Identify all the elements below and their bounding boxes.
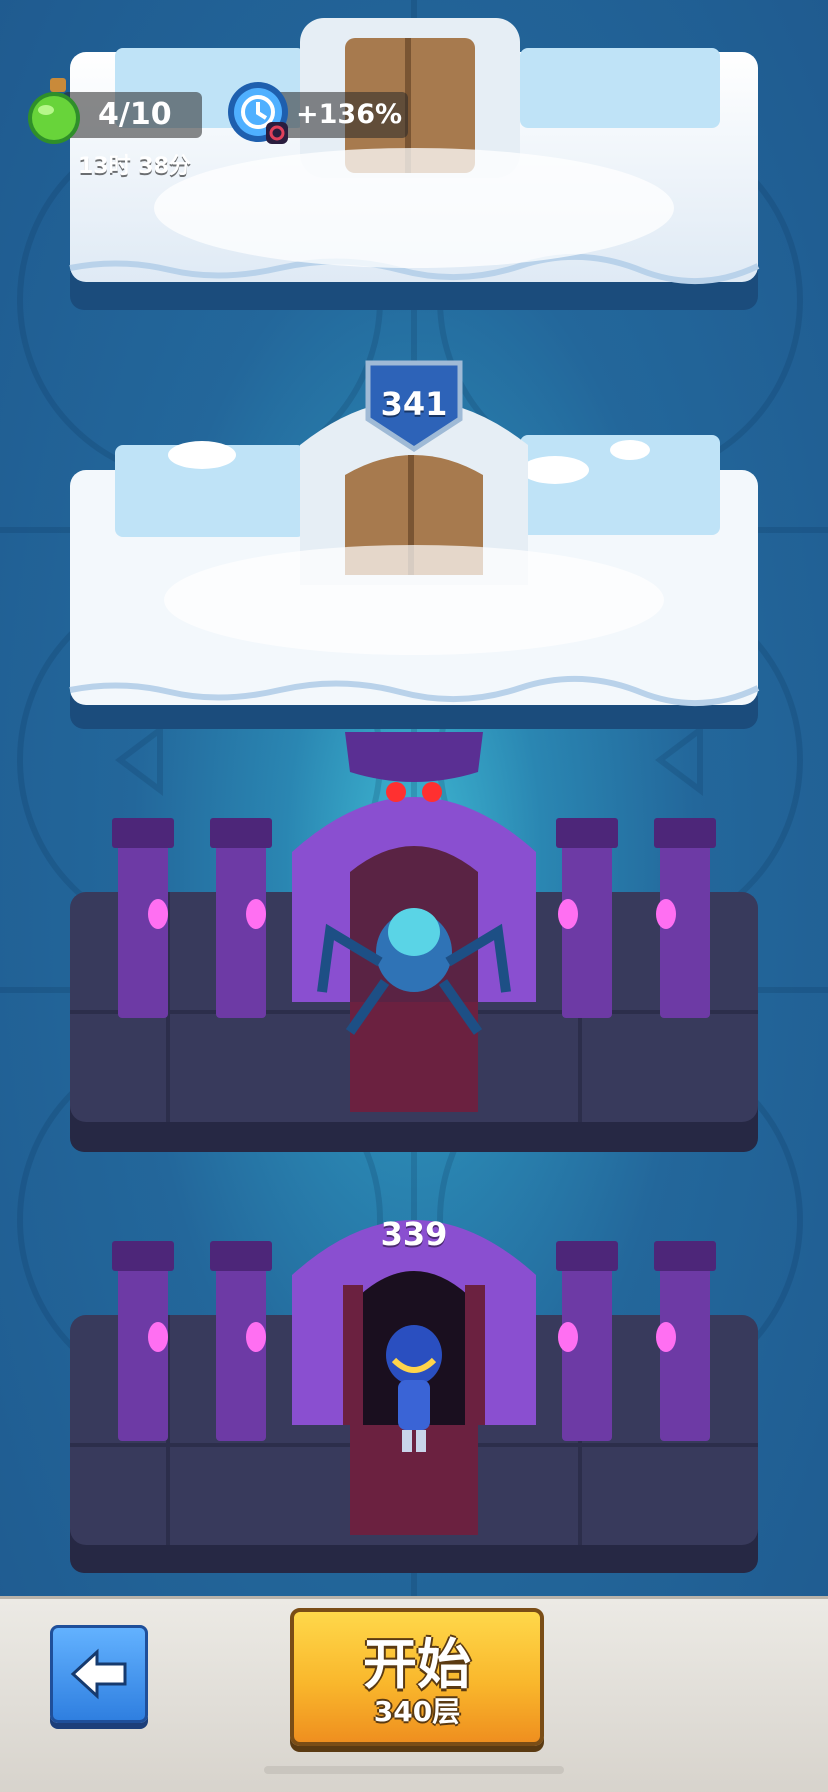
floor-cleared[interactable]: 339 bbox=[0, 1185, 828, 1575]
start-floor-label: 340层 bbox=[373, 1695, 461, 1728]
potion-icon[interactable] bbox=[24, 76, 86, 146]
energy-count: 4/10 bbox=[98, 97, 172, 132]
start-label: 开始 bbox=[363, 1633, 471, 1696]
bonus-percent: +136% bbox=[296, 99, 403, 130]
energy-timer: 13时 38分 bbox=[78, 154, 191, 179]
floor-number: 339 bbox=[380, 1215, 448, 1253]
dungeon-platform bbox=[70, 732, 758, 1152]
start-button[interactable]: 开始 340层 bbox=[290, 1608, 544, 1746]
floor-locked-next[interactable]: 341 bbox=[0, 355, 828, 735]
arrow-left-icon bbox=[70, 1648, 127, 1700]
home-indicator[interactable] bbox=[264, 1766, 564, 1774]
back-button[interactable] bbox=[50, 1625, 148, 1723]
floor-number: 341 bbox=[380, 385, 448, 423]
floor-current[interactable] bbox=[0, 732, 828, 1157]
clock-refresh-icon[interactable] bbox=[226, 78, 294, 148]
game-screen: 4/10 13时 38分 +136% 341 339 开始 340层 bbox=[0, 0, 828, 1792]
